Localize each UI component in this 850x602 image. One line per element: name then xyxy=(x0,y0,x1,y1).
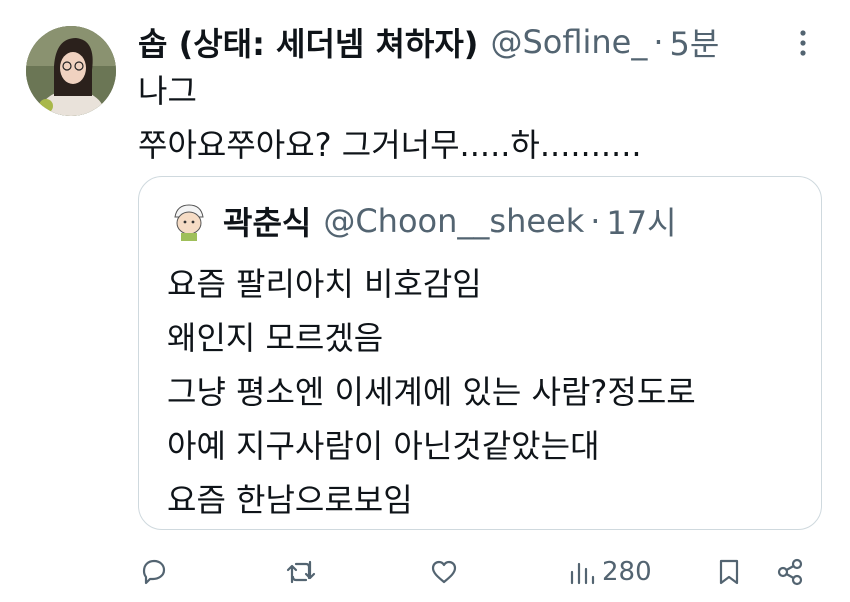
views-icon xyxy=(570,562,595,585)
quoted-timestamp[interactable]: 17시 xyxy=(606,198,676,244)
tweet-text-line: 나그 xyxy=(138,72,197,110)
quoted-author-avatar[interactable] xyxy=(167,199,211,243)
quoted-tweet-header: 곽춘식 @Choon__sheek · 17시 xyxy=(167,199,677,243)
quoted-tweet[interactable]: 곽춘식 @Choon__sheek · 17시 요즘 팔리아치 비호감임 왜인지… xyxy=(138,176,822,530)
like-icon xyxy=(431,560,457,584)
quoted-header-separator: · xyxy=(590,202,601,240)
quoted-text-line: 그냥 평소엔 이세계에 있는 사람?정도로 xyxy=(167,373,696,411)
quoted-text-line: 아예 지구사람이 아닌것같았는대 xyxy=(167,427,600,465)
retweet-icon xyxy=(286,560,316,584)
author-avatar[interactable] xyxy=(26,26,116,116)
views-button[interactable]: 280 xyxy=(568,552,652,592)
more-button[interactable] xyxy=(790,26,816,60)
quoted-text-line: 왜인지 모르겠음 xyxy=(167,319,384,357)
bookmark-button[interactable] xyxy=(714,552,744,592)
header-separator: · xyxy=(653,23,664,61)
share-button[interactable] xyxy=(774,552,806,592)
views-count: 280 xyxy=(602,557,652,587)
action-bar: 280 xyxy=(0,552,850,592)
tweet-timestamp[interactable]: 5분 xyxy=(670,19,720,65)
quoted-author-handle[interactable]: @Choon__sheek xyxy=(323,202,584,240)
quoted-text-line: 요즘 팔리아치 비호감임 xyxy=(167,265,482,303)
like-button[interactable] xyxy=(428,552,460,592)
retweet-button[interactable] xyxy=(284,552,318,592)
author-name[interactable]: 솝 (상태: 세더넴 쳐하자) xyxy=(138,19,478,65)
author-avatar-image xyxy=(26,26,116,116)
quoted-author-avatar-image xyxy=(167,199,211,243)
quoted-text-line: 요즘 한남으로보임 xyxy=(167,481,413,519)
share-icon xyxy=(777,558,803,586)
tweet-text-line: 쭈아요쭈아요? 그거너무.....하.......... xyxy=(138,126,642,164)
quoted-author-name[interactable]: 곽춘식 xyxy=(223,198,311,244)
author-handle[interactable]: @Sofline_ xyxy=(490,23,647,61)
reply-button[interactable] xyxy=(138,552,170,592)
bookmark-icon xyxy=(719,559,739,585)
reply-icon xyxy=(142,559,166,585)
tweet-header: 솝 (상태: 세더넴 쳐하자) @Sofline_ · 5분 xyxy=(138,20,719,64)
more-icon xyxy=(800,30,806,56)
